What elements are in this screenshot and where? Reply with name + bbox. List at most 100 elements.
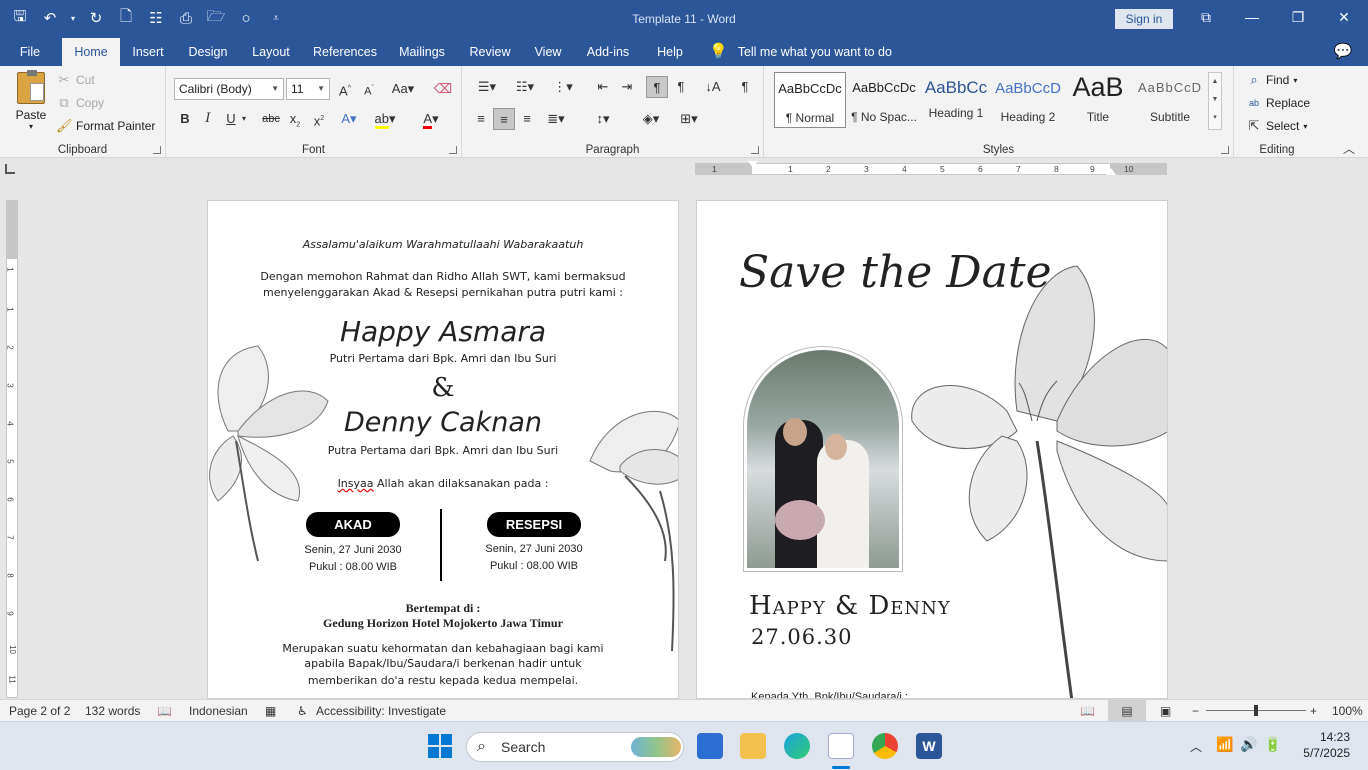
tab-references[interactable]: References — [308, 38, 382, 66]
right-indent-icon[interactable] — [1106, 168, 1116, 175]
edge-browser-icon[interactable] — [784, 733, 810, 759]
tab-help[interactable]: Help — [648, 38, 692, 66]
styles-scroll[interactable]: ▲ ▼ ▾ — [1208, 72, 1222, 130]
paragraph-launcher-icon[interactable] — [751, 146, 759, 154]
subscript-icon[interactable]: x2 — [284, 108, 306, 130]
tab-mailings[interactable]: Mailings — [392, 38, 452, 66]
print-layout-icon[interactable]: ▤ — [1108, 700, 1146, 722]
maximize-button[interactable]: ❐ — [1283, 4, 1313, 30]
multilevel-list-icon[interactable]: ⋮▾ — [546, 76, 580, 98]
shrink-font-icon[interactable]: Aˇ — [358, 78, 380, 100]
page-2[interactable]: Save the Date Happy & Denny 27.06.30 Kep… — [696, 200, 1168, 699]
zoom-slider[interactable] — [1206, 705, 1306, 716]
bullets-icon[interactable]: ☰▾ — [470, 76, 504, 98]
show-formatting-icon[interactable]: ¶ — [734, 76, 756, 98]
style-no-spacing[interactable]: AaBbCcDc ¶ No Spac... — [848, 72, 920, 128]
vertical-ruler[interactable]: 1 1 2 3 4 5 6 7 8 9 10 11 — [6, 200, 18, 698]
snipping-tool-icon[interactable] — [828, 733, 854, 759]
select-button[interactable]: ⇱ Select ▾ — [1246, 118, 1308, 134]
style-heading-2[interactable]: AaBbCcD Heading 2 — [992, 72, 1064, 128]
tab-add-ins[interactable]: Add-ins — [578, 38, 638, 66]
font-size-select[interactable]: 11 ▼ — [286, 78, 330, 100]
clock[interactable]: 14:23 5/7/2025 — [1296, 730, 1350, 760]
paste-button[interactable]: Paste ▾ — [14, 70, 48, 134]
word-count[interactable]: 132 words — [85, 704, 140, 718]
style-title[interactable]: AaB Title — [1062, 72, 1134, 128]
bold-icon[interactable]: B — [174, 108, 196, 130]
sort-icon[interactable]: ↓A — [702, 76, 724, 98]
align-center-icon[interactable]: ≡ — [493, 108, 515, 130]
first-line-indent-icon[interactable] — [748, 161, 758, 168]
shading-icon[interactable]: ◈▾ — [634, 108, 668, 130]
accessibility-status[interactable]: Accessibility: Investigate — [316, 704, 446, 718]
proofing-icon[interactable]: 📖 — [157, 704, 172, 718]
style-heading-1[interactable]: AaBbCc Heading 1 — [920, 72, 992, 128]
font-family-select[interactable]: Calibri (Body) ▼ — [174, 78, 284, 100]
accessibility-icon[interactable]: ♿ — [297, 704, 308, 718]
close-button[interactable]: ✕ — [1329, 4, 1359, 30]
tell-me-search[interactable]: 💡 Tell me what you want to do — [709, 38, 892, 66]
zoom-in-icon[interactable]: + — [1310, 704, 1317, 718]
web-layout-icon[interactable]: ▣ — [1160, 704, 1171, 718]
clipboard-launcher-icon[interactable] — [153, 146, 161, 154]
decrease-indent-icon[interactable]: ⇤ — [592, 76, 614, 98]
copy-button[interactable]: ⧉ Copy — [56, 95, 104, 111]
text-effects-icon[interactable]: A▾ — [338, 108, 360, 130]
change-case-icon[interactable]: Aa▾ — [388, 78, 418, 100]
battery-icon[interactable]: 🔋 — [1264, 736, 1281, 753]
zoom-level[interactable]: 100% — [1332, 704, 1363, 718]
style-subtitle[interactable]: AaBbCcD Subtitle — [1134, 72, 1206, 128]
tab-insert[interactable]: Insert — [124, 38, 172, 66]
horizontal-ruler[interactable]: 1 1 2 3 4 5 6 7 8 9 10 — [695, 161, 1167, 175]
chrome-icon[interactable] — [872, 733, 898, 759]
volume-icon[interactable]: 🔊 — [1240, 736, 1257, 753]
strikethrough-icon[interactable]: abc — [260, 108, 282, 130]
clear-formatting-icon[interactable]: ⌫ — [432, 78, 454, 100]
cut-button[interactable]: ✂ Cut — [56, 72, 95, 88]
wifi-icon[interactable]: 📶 — [1216, 736, 1233, 753]
align-left-icon[interactable]: ≡ — [470, 108, 492, 130]
page-1[interactable]: Assalamu'alaikum Warahmatullaahi Wabarak… — [207, 200, 679, 699]
ltr-direction-icon[interactable]: ¶ — [646, 76, 668, 98]
comments-icon[interactable]: 💬 — [1333, 42, 1353, 62]
find-button[interactable]: ⌕ Find ▾ — [1246, 72, 1297, 88]
tab-review[interactable]: Review — [462, 38, 518, 66]
align-right-icon[interactable]: ≡ — [516, 108, 538, 130]
font-color-icon[interactable]: A▾ — [414, 108, 448, 130]
windows-start-icon[interactable] — [428, 734, 452, 758]
format-painter-button[interactable]: 🖌 Format Painter — [56, 118, 155, 134]
language-indicator[interactable]: Indonesian — [189, 704, 248, 718]
read-mode-icon[interactable]: 📖 — [1080, 704, 1095, 718]
highlight-color-icon[interactable]: ab▾ — [368, 108, 402, 130]
style-normal[interactable]: AaBbCcDc ¶ Normal — [774, 72, 846, 128]
tab-file[interactable]: File — [8, 38, 52, 66]
ribbon-display-icon[interactable]: ⧉ — [1191, 4, 1221, 30]
rtl-direction-icon[interactable]: ¶ — [670, 76, 692, 98]
collapse-ribbon-icon[interactable]: ︿ — [1343, 140, 1355, 157]
italic-icon[interactable]: I — [197, 108, 219, 130]
tab-layout[interactable]: Layout — [244, 38, 298, 66]
tab-home[interactable]: Home — [62, 38, 120, 66]
underline-dropdown-icon[interactable]: ▾ — [238, 108, 250, 130]
tray-chevron-up-icon[interactable]: ︿ — [1190, 738, 1202, 755]
grow-font-icon[interactable]: A^ — [334, 78, 356, 100]
sign-in-button[interactable]: Sign in — [1115, 9, 1173, 29]
tab-view[interactable]: View — [528, 38, 568, 66]
word-app-icon[interactable]: W — [916, 733, 942, 759]
tab-design[interactable]: Design — [182, 38, 234, 66]
borders-icon[interactable]: ⊞▾ — [672, 108, 706, 130]
microsoft-store-icon[interactable] — [697, 733, 723, 759]
taskbar-search[interactable]: ⌕ Search — [466, 732, 684, 762]
increase-indent-icon[interactable]: ⇥ — [616, 76, 638, 98]
page-count[interactable]: Page 2 of 2 — [9, 704, 70, 718]
zoom-out-icon[interactable]: − — [1192, 704, 1199, 718]
justify-icon[interactable]: ≣▾ — [539, 108, 573, 130]
line-spacing-icon[interactable]: ↕▾ — [586, 108, 620, 130]
minimize-button[interactable]: — — [1237, 4, 1267, 30]
tab-selector-icon[interactable] — [5, 164, 15, 174]
replace-button[interactable]: ab Replace — [1246, 95, 1310, 111]
styles-launcher-icon[interactable] — [1221, 146, 1229, 154]
zoom-slider-thumb[interactable] — [1254, 705, 1258, 716]
macro-icon[interactable]: ▦ — [265, 704, 276, 718]
numbering-icon[interactable]: ☷▾ — [508, 76, 542, 98]
